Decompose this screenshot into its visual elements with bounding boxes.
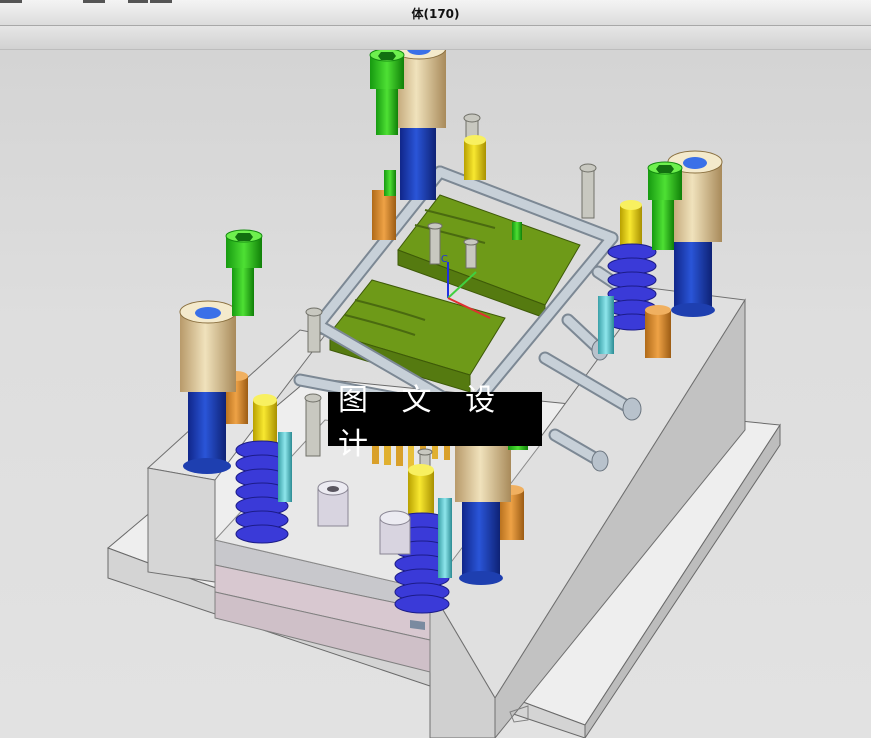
left-support-front — [147, 467, 216, 583]
toolbar-strip — [0, 26, 871, 50]
watermark-label: 图 文 设 计 — [328, 383, 542, 462]
graphics-viewport[interactable]: ZC 图 文 设 计 — [0, 50, 871, 738]
toolbar-tab-stub[interactable] — [0, 0, 22, 3]
toolbar-tab-stub[interactable] — [83, 0, 105, 3]
toolbar-tab-stub[interactable] — [128, 0, 148, 3]
window-title: 体(170) — [411, 7, 460, 21]
cad-application-window: 体(170) ZC 图 文 设 计 — [0, 0, 871, 738]
toolbar-tab-stub[interactable] — [150, 0, 172, 3]
title-bar: 体(170) — [0, 0, 871, 26]
